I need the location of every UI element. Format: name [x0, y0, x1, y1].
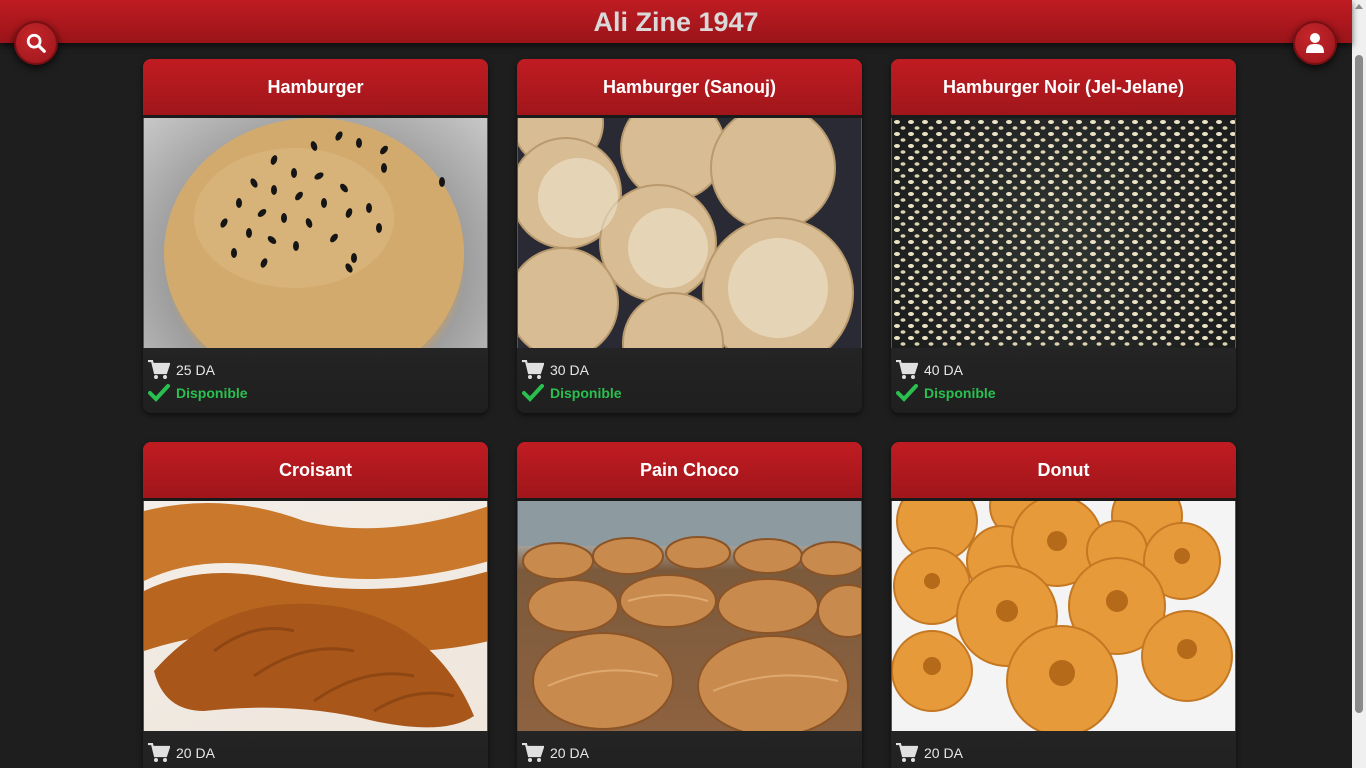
product-price: 20 DA	[924, 744, 963, 761]
check-icon	[147, 382, 171, 404]
scroll-up-arrow[interactable]	[1355, 4, 1363, 9]
check-icon	[895, 382, 919, 404]
availability-status: Disponible	[176, 384, 248, 401]
product-name: Hamburger Noir (Jel-Jelane)	[891, 59, 1236, 118]
user-button[interactable]	[1293, 21, 1337, 65]
product-price: 40 DA	[924, 361, 963, 378]
product-name: Hamburger	[143, 59, 488, 118]
scrollbar-thumb[interactable]	[1355, 55, 1363, 713]
product-card[interactable]: Hamburger (Sanouj) 30 DA Disponible	[517, 59, 862, 413]
product-name: Hamburger (Sanouj)	[517, 59, 862, 118]
product-info: 20 DA	[143, 731, 488, 768]
cart-icon	[147, 359, 171, 381]
product-image	[517, 501, 862, 731]
product-card[interactable]: Hamburger Noir (Jel-Jelane) 40 DA Dispon…	[891, 59, 1236, 413]
availability-status: Disponible	[924, 384, 996, 401]
product-card[interactable]: Pain Choco 20 DA	[517, 442, 862, 768]
product-price: 20 DA	[176, 744, 215, 761]
product-info: 20 DA	[517, 731, 862, 768]
product-image	[143, 501, 488, 731]
cart-icon	[895, 742, 919, 764]
app-title: Ali Zine 1947	[593, 7, 759, 37]
app-header: Ali Zine 1947	[0, 0, 1352, 43]
product-card[interactable]: Croisant 20 DA	[143, 442, 488, 768]
check-icon	[521, 382, 545, 404]
cart-icon	[521, 742, 545, 764]
product-image	[891, 501, 1236, 731]
product-image	[891, 118, 1236, 348]
search-icon	[26, 33, 46, 53]
cart-icon	[147, 742, 171, 764]
search-button[interactable]	[14, 21, 58, 65]
product-name: Donut	[891, 442, 1236, 501]
cart-icon	[895, 359, 919, 381]
product-name: Pain Choco	[517, 442, 862, 501]
product-info: 20 DA	[891, 731, 1236, 768]
product-price: 25 DA	[176, 361, 215, 378]
product-name: Croisant	[143, 442, 488, 501]
product-info: 30 DA Disponible	[517, 348, 862, 410]
product-info: 40 DA Disponible	[891, 348, 1236, 410]
product-card[interactable]: Donut 20 DA	[891, 442, 1236, 768]
product-info: 25 DA Disponible	[143, 348, 488, 410]
scrollbar[interactable]	[1352, 0, 1366, 768]
product-price: 20 DA	[550, 744, 589, 761]
product-image	[517, 118, 862, 348]
product-grid: Hamburger 25 DA Disponible Hamburger (Sa…	[143, 59, 1236, 768]
cart-icon	[521, 359, 545, 381]
product-image	[143, 118, 488, 348]
user-icon	[1306, 33, 1324, 53]
product-card[interactable]: Hamburger 25 DA Disponible	[143, 59, 488, 413]
product-price: 30 DA	[550, 361, 589, 378]
availability-status: Disponible	[550, 384, 622, 401]
